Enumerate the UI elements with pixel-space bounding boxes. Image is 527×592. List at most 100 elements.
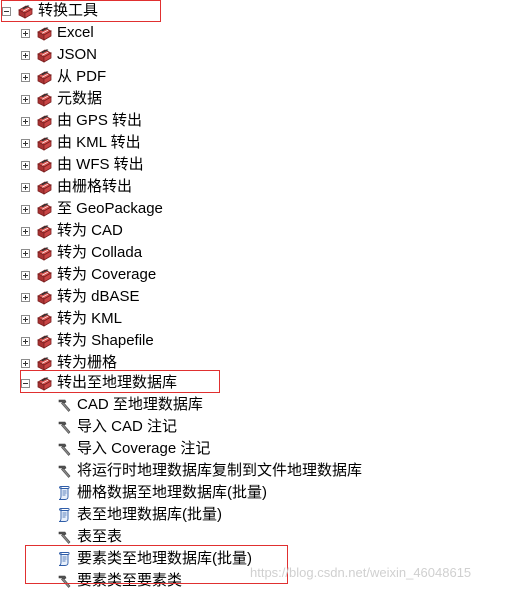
tree-node-label: 转为 KML (57, 310, 123, 327)
tree-node-toolset[interactable]: 转为 Coverage (21, 264, 156, 286)
tree-node-toolset[interactable]: 元数据 (21, 88, 102, 110)
collapse-toggle[interactable] (2, 6, 11, 16)
tree-node-label: 栅格数据至地理数据库(批量) (77, 484, 267, 501)
tree-node-label: 由 KML 转出 (57, 134, 141, 151)
tree-node-label: 转为 CAD (57, 222, 123, 239)
toolset-icon (37, 246, 52, 261)
tree-node-tool[interactable]: 导入 Coverage 注记 (56, 438, 210, 460)
tree-node-label: 要素类至要素类 (77, 572, 183, 589)
tree-node-toolset[interactable]: 至 GeoPackage (21, 198, 163, 220)
tree-node-tool[interactable]: 将运行时地理数据库复制到文件地理数据库 (56, 460, 362, 482)
hammer-icon (58, 465, 71, 478)
toolset-icon (37, 92, 52, 107)
toolset-icon (37, 136, 52, 151)
toolbox-icon (18, 4, 33, 19)
watermark: https://blog.csdn.net/weixin_46048615 (250, 565, 472, 580)
tree-node-label: 将运行时地理数据库复制到文件地理数据库 (77, 462, 363, 479)
tree-node-tool[interactable]: 栅格数据至地理数据库(批量) (56, 482, 267, 504)
expand-toggle[interactable] (21, 336, 30, 346)
tree-node-label: 表至表 (77, 528, 123, 545)
toolset-icon (37, 268, 52, 283)
tree-node-label: 转为栅格 (57, 354, 118, 371)
tree-node-toolset[interactable]: Excel (21, 22, 94, 44)
expand-toggle[interactable] (21, 182, 30, 192)
tree-node-label: 导入 Coverage 注记 (77, 440, 211, 457)
tree-node-tool[interactable]: 表至地理数据库(批量) (56, 504, 222, 526)
toolset-icon (37, 70, 52, 85)
tree-node-label: 转为 dBASE (57, 288, 140, 305)
toolset-icon (37, 26, 52, 41)
expand-toggle[interactable] (21, 358, 30, 368)
tree-node-toolset[interactable]: 由 WFS 转出 (21, 154, 144, 176)
script-icon (58, 508, 70, 522)
tree-node-toolset[interactable]: 转为 KML (21, 308, 122, 330)
toolset-icon (37, 158, 52, 173)
tree-node-toolset[interactable]: 从 PDF (21, 66, 106, 88)
tree-node-toolset[interactable]: 转为 Shapefile (21, 330, 154, 352)
tree-node-tool[interactable]: 要素类至要素类 (56, 570, 182, 592)
toolset-icon (37, 180, 52, 195)
tree-node-toolset[interactable]: 转为栅格 (21, 352, 117, 374)
tree-node-toolset[interactable]: 由 GPS 转出 (21, 110, 142, 132)
tree-node-expanded-toolset[interactable]: 转出至地理数据库 (21, 372, 177, 394)
tree-node-label: 转为 Shapefile (57, 332, 154, 349)
expand-toggle[interactable] (21, 314, 30, 324)
toolset-icon (37, 48, 52, 63)
toolbox-tree: 转换工具 Excel JSON 从 PDF 元数据由 GPS 转出由 KML 转出由 … (0, 0, 527, 592)
tree-node-toolset[interactable]: 转为 dBASE (21, 286, 140, 308)
tree-node-label: JSON (57, 46, 98, 63)
tree-node-label: 转换工具 (38, 2, 99, 19)
tree-node-toolset[interactable]: 由栅格转出 (21, 176, 132, 198)
tree-node-label: 要素类至地理数据库(批量) (77, 550, 252, 567)
expand-toggle[interactable] (21, 226, 30, 236)
expand-toggle[interactable] (21, 116, 30, 126)
tree-node-tool[interactable]: 要素类至地理数据库(批量) (56, 548, 252, 570)
expand-toggle[interactable] (21, 50, 30, 60)
tree-node-label: 由栅格转出 (57, 178, 133, 195)
tree-node-label: CAD 至地理数据库 (77, 396, 203, 413)
tree-node-toolset[interactable]: JSON (21, 44, 97, 66)
script-icon (58, 552, 70, 566)
tree-node-label: 导入 CAD 注记 (77, 418, 178, 435)
tree-node-tool[interactable]: CAD 至地理数据库 (56, 394, 203, 416)
expand-toggle[interactable] (21, 28, 30, 38)
tree-node-label: 表至地理数据库(批量) (77, 506, 222, 523)
hammer-icon (58, 531, 71, 544)
tree-node-label: 转为 Collada (57, 244, 143, 261)
tree-node-label: 从 PDF (57, 68, 107, 85)
expand-toggle[interactable] (21, 160, 30, 170)
toolset-icon (37, 312, 52, 327)
toolset-icon (37, 224, 52, 239)
expand-toggle[interactable] (21, 248, 30, 258)
expand-toggle[interactable] (21, 94, 30, 104)
collapse-toggle[interactable] (21, 378, 30, 388)
script-icon (58, 486, 70, 500)
tree-node-tool[interactable]: 表至表 (56, 526, 122, 548)
tree-node-label: 至 GeoPackage (57, 200, 163, 217)
hammer-icon (58, 575, 71, 588)
tree-node-label: 转出至地理数据库 (57, 374, 178, 391)
tree-node-label: Excel (57, 24, 94, 41)
tree-node-label: 元数据 (57, 90, 103, 107)
tree-node-toolset[interactable]: 转为 CAD (21, 220, 123, 242)
tree-node-label: 转为 Coverage (57, 266, 157, 283)
hammer-icon (58, 421, 71, 434)
expand-toggle[interactable] (21, 72, 30, 82)
toolset-icon (37, 114, 52, 129)
toolset-icon (37, 290, 52, 305)
tree-node-toolset[interactable]: 由 KML 转出 (21, 132, 141, 154)
expand-toggle[interactable] (21, 292, 30, 302)
toolset-icon (37, 334, 52, 349)
tree-node-root[interactable]: 转换工具 (2, 0, 98, 22)
tree-node-tool[interactable]: 导入 CAD 注记 (56, 416, 177, 438)
toolset-icon (37, 356, 52, 371)
tree-node-toolset[interactable]: 转为 Collada (21, 242, 142, 264)
toolset-icon (37, 376, 52, 391)
expand-toggle[interactable] (21, 204, 30, 214)
hammer-icon (58, 399, 71, 412)
expand-toggle[interactable] (21, 270, 30, 280)
expand-toggle[interactable] (21, 138, 30, 148)
tree-node-label: 由 GPS 转出 (57, 112, 143, 129)
toolset-icon (37, 202, 52, 217)
hammer-icon (58, 443, 71, 456)
